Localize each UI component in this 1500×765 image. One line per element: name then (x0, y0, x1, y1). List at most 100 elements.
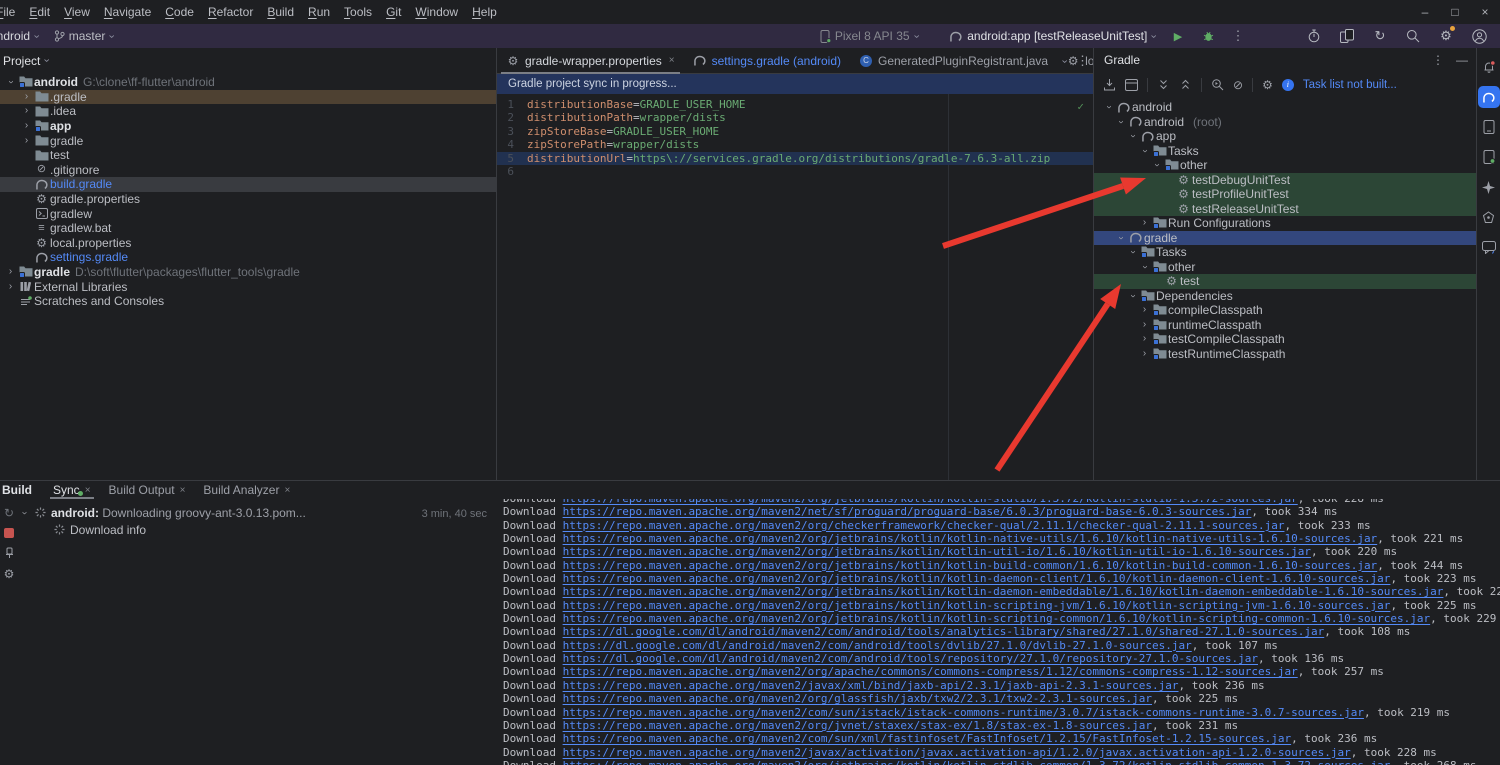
project-tree-row[interactable]: ›gradleD:\soft\flutter\packages\flutter_… (0, 265, 496, 280)
chevron-right-icon[interactable]: › (1138, 218, 1151, 228)
run-configuration-selector[interactable]: android:app [testReleaseUnitTest] › (945, 25, 1159, 47)
download-url-link[interactable]: https://repo.maven.apache.org/maven2/com… (563, 706, 1364, 719)
chevron-down-icon[interactable]: › (1116, 231, 1126, 244)
account-button[interactable] (1468, 25, 1490, 47)
gradle-tree-row[interactable]: ›android(root) (1094, 115, 1476, 130)
menu-run[interactable]: Run (301, 0, 337, 24)
chevron-right-icon[interactable]: › (20, 136, 33, 146)
project-panel-header[interactable]: Project › (0, 48, 496, 73)
sync-button[interactable]: ↻ (1369, 25, 1391, 47)
project-tree-row[interactable]: ›test (0, 148, 496, 163)
build-log[interactable]: Download https://repo.maven.apache.org/m… (497, 499, 1500, 765)
toggle-view-icon[interactable] (1125, 79, 1138, 91)
gradle-tree-row[interactable]: ›gradle (1094, 231, 1476, 246)
notifications-tool-button[interactable] (1478, 56, 1500, 78)
menu-file[interactable]: File (0, 0, 22, 24)
vcs-branch-widget[interactable]: master › (50, 25, 117, 47)
download-url-link[interactable]: https://repo.maven.apache.org/maven2/org… (563, 559, 1378, 572)
chat-tool-button[interactable] (1478, 236, 1500, 258)
expand-all-icon[interactable] (1157, 78, 1170, 91)
chevron-down-icon[interactable]: › (1152, 159, 1162, 172)
chevron-down-icon[interactable]: › (1116, 115, 1126, 128)
menu-tools[interactable]: Tools (337, 0, 379, 24)
editor-tab[interactable]: settings.gradle (android) (684, 48, 850, 73)
download-url-link[interactable]: https://repo.maven.apache.org/maven2/net… (563, 505, 1252, 518)
project-tree-row[interactable]: ›.idea (0, 104, 496, 119)
download-url-link[interactable]: https://repo.maven.apache.org/maven2/org… (563, 612, 1431, 625)
chevron-down-icon[interactable]: › (1059, 59, 1070, 63)
download-url-link[interactable]: https://repo.maven.apache.org/maven2/org… (563, 665, 1298, 678)
chevron-right-icon[interactable]: › (1138, 334, 1151, 344)
project-tree-row[interactable]: ›⚙local.properties (0, 236, 496, 251)
project-tree-row[interactable]: ›gradle (0, 133, 496, 148)
close-tab-icon[interactable]: × (85, 485, 91, 496)
download-sources-icon[interactable] (1103, 78, 1116, 91)
download-url-link[interactable]: https://dl.google.com/dl/android/maven2/… (563, 639, 1192, 652)
menu-code[interactable]: Code (158, 0, 201, 24)
gradle-tree-row[interactable]: ›⚙testDebugUnitTest (1094, 173, 1476, 188)
build-tab-build-analyzer[interactable]: Build Analyzer× (194, 481, 299, 499)
gradle-tree-row[interactable]: ›runtimeClasspath (1094, 318, 1476, 333)
profiler-button[interactable] (1303, 25, 1325, 47)
running-devices-tool-button[interactable] (1478, 146, 1500, 168)
close-tab-icon[interactable]: × (669, 55, 675, 66)
download-url-link[interactable]: https://repo.maven.apache.org/maven2/org… (563, 719, 1152, 732)
download-url-link[interactable]: https://repo.maven.apache.org/maven2/org… (563, 759, 1391, 765)
gemini-tool-button[interactable] (1478, 176, 1500, 198)
settings-button[interactable]: ⚙ (1435, 25, 1457, 47)
editor-area[interactable]: ⚙gradle-wrapper.properties×settings.grad… (497, 48, 1093, 480)
close-button[interactable]: × (1470, 0, 1500, 24)
editor-tab[interactable]: ⚙gradle-wrapper.properties× (497, 48, 684, 73)
app-quality-insights-tool-button[interactable] (1478, 206, 1500, 228)
run-button[interactable]: ▶ (1167, 25, 1189, 47)
project-tree-row[interactable]: ›app (0, 119, 496, 134)
chevron-right-icon[interactable]: › (1138, 349, 1151, 359)
editor-tab[interactable]: CGeneratedPluginRegistrant.java (850, 48, 1057, 73)
chevron-down-icon[interactable]: › (1128, 246, 1138, 259)
project-tree-row[interactable]: ›settings.gradle (0, 250, 496, 265)
kebab-icon[interactable]: ⋮ (1076, 53, 1089, 69)
download-url-link[interactable]: https://repo.maven.apache.org/maven2/com… (563, 732, 1291, 745)
download-url-link[interactable]: https://repo.maven.apache.org/maven2/org… (563, 572, 1391, 585)
download-url-link[interactable]: https://dl.google.com/dl/android/maven2/… (563, 625, 1325, 638)
build-tab-build-output[interactable]: Build Output× (100, 481, 195, 499)
project-tree-row[interactable]: ›androidG:\clone\ff-flutter\android (0, 75, 496, 90)
download-url-link[interactable]: https://repo.maven.apache.org/maven2/jav… (563, 746, 1351, 759)
close-tab-icon[interactable]: × (180, 485, 186, 496)
project-widget[interactable]: android › (0, 25, 42, 47)
gradle-settings-icon[interactable]: ⚙ (1262, 79, 1273, 91)
more-icon[interactable]: ⋮ (1432, 53, 1444, 67)
gradle-tree-row[interactable]: ›testRuntimeClasspath (1094, 347, 1476, 362)
chevron-right-icon[interactable]: › (4, 267, 17, 277)
more-actions-button[interactable]: ⋮ (1227, 25, 1249, 47)
menu-edit[interactable]: Edit (22, 0, 57, 24)
device-manager-tool-button[interactable] (1478, 116, 1500, 138)
download-url-link[interactable]: https://repo.maven.apache.org/maven2/org… (563, 599, 1391, 612)
project-tree-row[interactable]: ›⊘.gitignore (0, 163, 496, 178)
project-tree-row[interactable]: ›≡gradlew.bat (0, 221, 496, 236)
download-url-link[interactable]: https://repo.maven.apache.org/maven2/jav… (563, 679, 1179, 692)
gradle-tree-row[interactable]: ›android (1094, 100, 1476, 115)
download-url-link[interactable]: https://dl.google.com/dl/android/maven2/… (563, 652, 1258, 665)
menu-view[interactable]: View (57, 0, 97, 24)
download-url-link[interactable]: https://repo.maven.apache.org/maven2/org… (563, 532, 1378, 545)
gradle-tree-row[interactable]: ›Tasks (1094, 144, 1476, 159)
device-mirroring-button[interactable] (1336, 25, 1358, 47)
build-subtask-row[interactable]: Download info (18, 521, 497, 538)
download-url-link[interactable]: https://repo.maven.apache.org/maven2/org… (563, 499, 1298, 505)
gradle-tool-button[interactable] (1478, 86, 1500, 108)
gradle-tree-row[interactable]: ›other (1094, 260, 1476, 275)
project-tree-row[interactable]: ›Scratches and Consoles (0, 294, 496, 309)
chevron-right-icon[interactable]: › (1138, 320, 1151, 330)
gradle-tree-row[interactable]: ›testCompileClasspath (1094, 332, 1476, 347)
chevron-down-icon[interactable]: › (1128, 289, 1138, 302)
download-url-link[interactable]: https://repo.maven.apache.org/maven2/org… (563, 585, 1444, 598)
chevron-down-icon[interactable]: › (1128, 130, 1138, 143)
menu-window[interactable]: Window (408, 0, 465, 24)
gradle-tree-row[interactable]: ›compileClasspath (1094, 303, 1476, 318)
settings-icon[interactable]: ⚙ (4, 568, 15, 580)
search-button[interactable] (1402, 25, 1424, 47)
run-task-icon[interactable] (1211, 78, 1224, 91)
menu-build[interactable]: Build (260, 0, 301, 24)
code-editor[interactable]: ✓ 1distributionBase=GRADLE_USER_HOME2dis… (497, 94, 1093, 480)
